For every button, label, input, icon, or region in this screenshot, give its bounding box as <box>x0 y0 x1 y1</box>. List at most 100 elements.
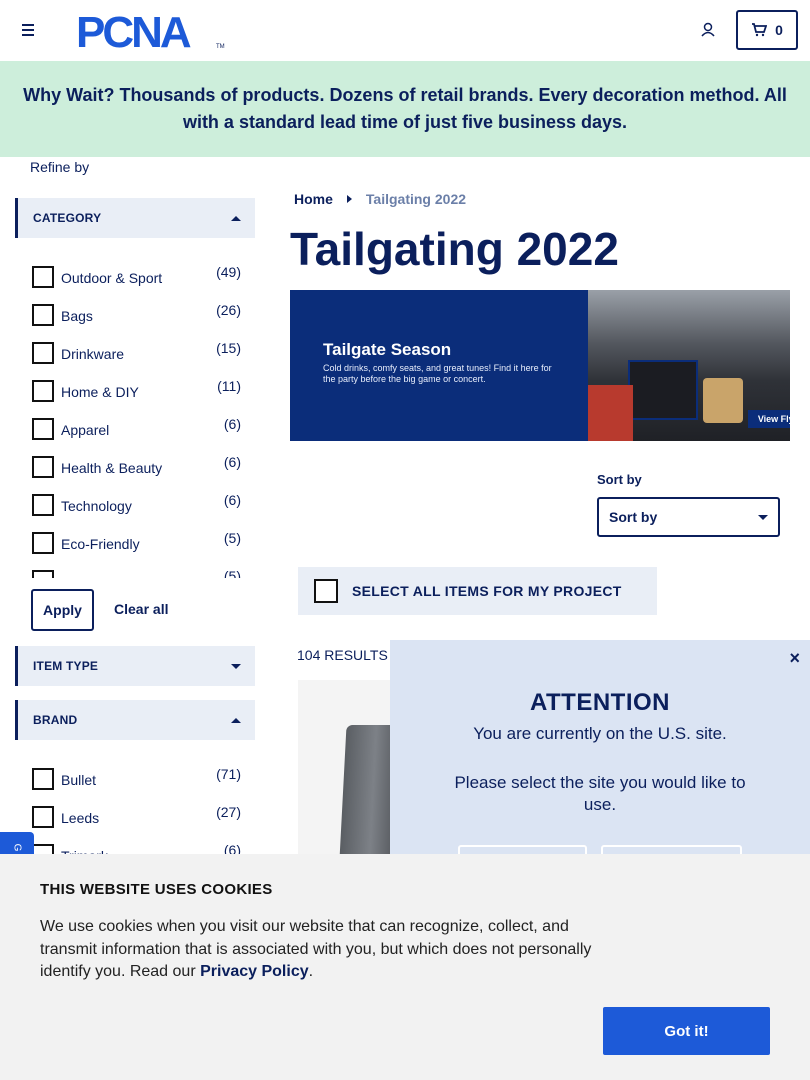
caret-up-icon <box>231 717 241 723</box>
checkbox[interactable] <box>32 342 54 364</box>
attention-title: ATTENTION <box>529 689 671 716</box>
sort-by-label: Sort by <box>597 472 642 487</box>
facet-option[interactable]: Leeds (27) <box>30 802 245 840</box>
facet-option-label: Eco-Friendly <box>61 536 140 552</box>
privacy-policy-link[interactable]: Privacy Policy <box>200 963 309 980</box>
logo-text: PCNA <box>76 10 191 52</box>
facet-option[interactable]: Technology (6) <box>30 490 245 528</box>
promo-banner: Why Wait? Thousands of products. Dozens … <box>0 61 810 157</box>
cookie-banner: THIS WEBSITE USES COOKIES We use cookies… <box>0 854 810 1080</box>
checkbox[interactable] <box>32 806 54 828</box>
checkbox[interactable] <box>32 418 54 440</box>
facet-option-label: Bags <box>61 308 93 324</box>
facet-option-count: (26) <box>216 302 241 318</box>
facet-option[interactable]: Outdoor & Sport (49) <box>30 262 245 300</box>
checkbox[interactable] <box>32 266 54 288</box>
clear-all-link[interactable]: Clear all <box>114 601 168 617</box>
breadcrumb-current: Tailgating 2022 <box>365 191 467 207</box>
facet-option-label: Bullet <box>61 772 97 788</box>
facet-category-header[interactable]: CATEGORY <box>15 198 255 238</box>
facet-option-count: (49) <box>216 264 241 280</box>
facet-option[interactable]: Bullet (71) <box>30 764 245 802</box>
checkbox[interactable] <box>32 380 54 402</box>
facet-option-label: Technology <box>61 498 132 514</box>
site-header: PCNA TM 0 <box>0 0 810 61</box>
caret-down-icon <box>231 663 241 669</box>
cookie-title: THIS WEBSITE USES COOKIES <box>40 881 273 898</box>
got-it-button[interactable]: Got it! <box>603 1007 770 1055</box>
facet-option-label: Health & Beauty <box>61 460 163 476</box>
site-selector-popup: × ATTENTION You are currently on the U.S… <box>390 640 810 880</box>
select-all-items[interactable]: SELECT ALL ITEMS FOR MY PROJECT <box>298 567 657 615</box>
sort-by-select[interactable]: Sort by <box>597 497 780 537</box>
refine-by-label: Refine by <box>30 159 90 175</box>
facet-category-title: CATEGORY <box>33 211 102 225</box>
cart-count: 0 <box>775 22 783 38</box>
close-icon[interactable]: × <box>789 648 800 669</box>
checkbox[interactable] <box>32 532 54 554</box>
attention-message: You are currently on the U.S. site. <box>473 724 727 743</box>
facet-option[interactable]: Bags (26) <box>30 300 245 338</box>
logo-tm: TM <box>216 44 225 50</box>
facet-option-label: Home & DIY <box>61 384 139 400</box>
cooler-bag-image <box>628 360 698 420</box>
cart-button[interactable]: 0 <box>736 10 798 50</box>
promo-text: Why Wait? Thousands of products. Dozens … <box>23 85 787 132</box>
account-icon[interactable] <box>698 20 718 40</box>
side-tab-label: G <box>11 843 23 851</box>
checkbox[interactable] <box>32 304 54 326</box>
select-all-label: SELECT ALL ITEMS FOR MY PROJECT <box>352 583 622 599</box>
facet-option[interactable]: Eco-Friendly (5) <box>30 528 245 566</box>
facet-option-count: (5) <box>223 530 241 546</box>
facet-option[interactable]: Apparel (6) <box>30 414 245 452</box>
select-all-checkbox[interactable] <box>314 579 338 603</box>
attention-instruction: Please select the site you would like to… <box>454 773 746 814</box>
facet-item-type-title: ITEM TYPE <box>33 659 99 673</box>
checkbox[interactable] <box>32 768 54 790</box>
facet-option-count: (6) <box>223 492 241 508</box>
hamburger-menu-icon[interactable] <box>18 20 38 40</box>
breadcrumb-home[interactable]: Home <box>294 191 333 207</box>
category-list: Outdoor & Sport (49) Bags (26) Drinkware (1… <box>30 258 245 578</box>
breadcrumb-arrow-icon <box>346 195 352 203</box>
hero-subtitle: Cold drinks, comfy seats, and great tune… <box>323 363 552 384</box>
sort-by-value: Sort by <box>609 509 658 525</box>
facet-option-label: Apparel <box>61 422 110 438</box>
hero-banner[interactable]: Tailgate Season Cold drinks, comfy seats… <box>290 290 790 441</box>
checkbox[interactable] <box>32 494 54 516</box>
cart-icon <box>752 23 768 37</box>
facet-option-count: (6) <box>223 416 241 432</box>
cookie-body: We use cookies when you visit our websit… <box>40 918 592 980</box>
facet-option[interactable]: (5) <box>30 566 245 578</box>
facet-option[interactable]: Health & Beauty (6) <box>30 452 245 490</box>
caret-up-icon <box>231 215 241 221</box>
cookie-text: We use cookies when you visit our websit… <box>40 916 610 984</box>
page-title: Tailgating 2022 <box>290 223 619 275</box>
brand-list: Bullet(71) Leeds(27) Trimark(6) <box>30 761 245 861</box>
checkbox[interactable] <box>32 570 54 578</box>
facet-option[interactable]: Home & DIY (11) <box>30 376 245 414</box>
facet-brand-title: BRAND <box>33 713 78 727</box>
results-count: 104 RESULTS <box>297 647 388 663</box>
facet-option[interactable]: Drinkware (15) <box>30 338 245 376</box>
facet-option-count: (15) <box>216 340 241 356</box>
facet-option-count: (5) <box>223 568 241 578</box>
basket-image <box>703 378 743 423</box>
facet-option-label: Drinkware <box>61 346 125 362</box>
facet-option-label: Leeds <box>61 810 100 826</box>
facet-option-count: (11) <box>217 378 241 394</box>
chevron-down-icon <box>758 514 768 520</box>
facet-option-count: (27) <box>216 804 241 820</box>
apply-button[interactable]: Apply <box>31 589 94 631</box>
checkbox[interactable] <box>32 456 54 478</box>
facet-option-label: Outdoor & Sport <box>61 270 163 286</box>
hero-title: Tailgate Season <box>323 340 452 359</box>
facet-item-type-header[interactable]: ITEM TYPE <box>15 646 255 686</box>
pcna-logo[interactable]: PCNA TM <box>76 10 226 52</box>
view-flyer-button[interactable]: View Flyer <box>748 410 790 428</box>
facet-option-count: (6) <box>223 454 241 470</box>
facet-brand-header[interactable]: BRAND <box>15 700 255 740</box>
red-blanket-image <box>588 385 633 441</box>
facet-option-count: (71) <box>216 766 241 782</box>
cookie-period: . <box>308 963 314 980</box>
